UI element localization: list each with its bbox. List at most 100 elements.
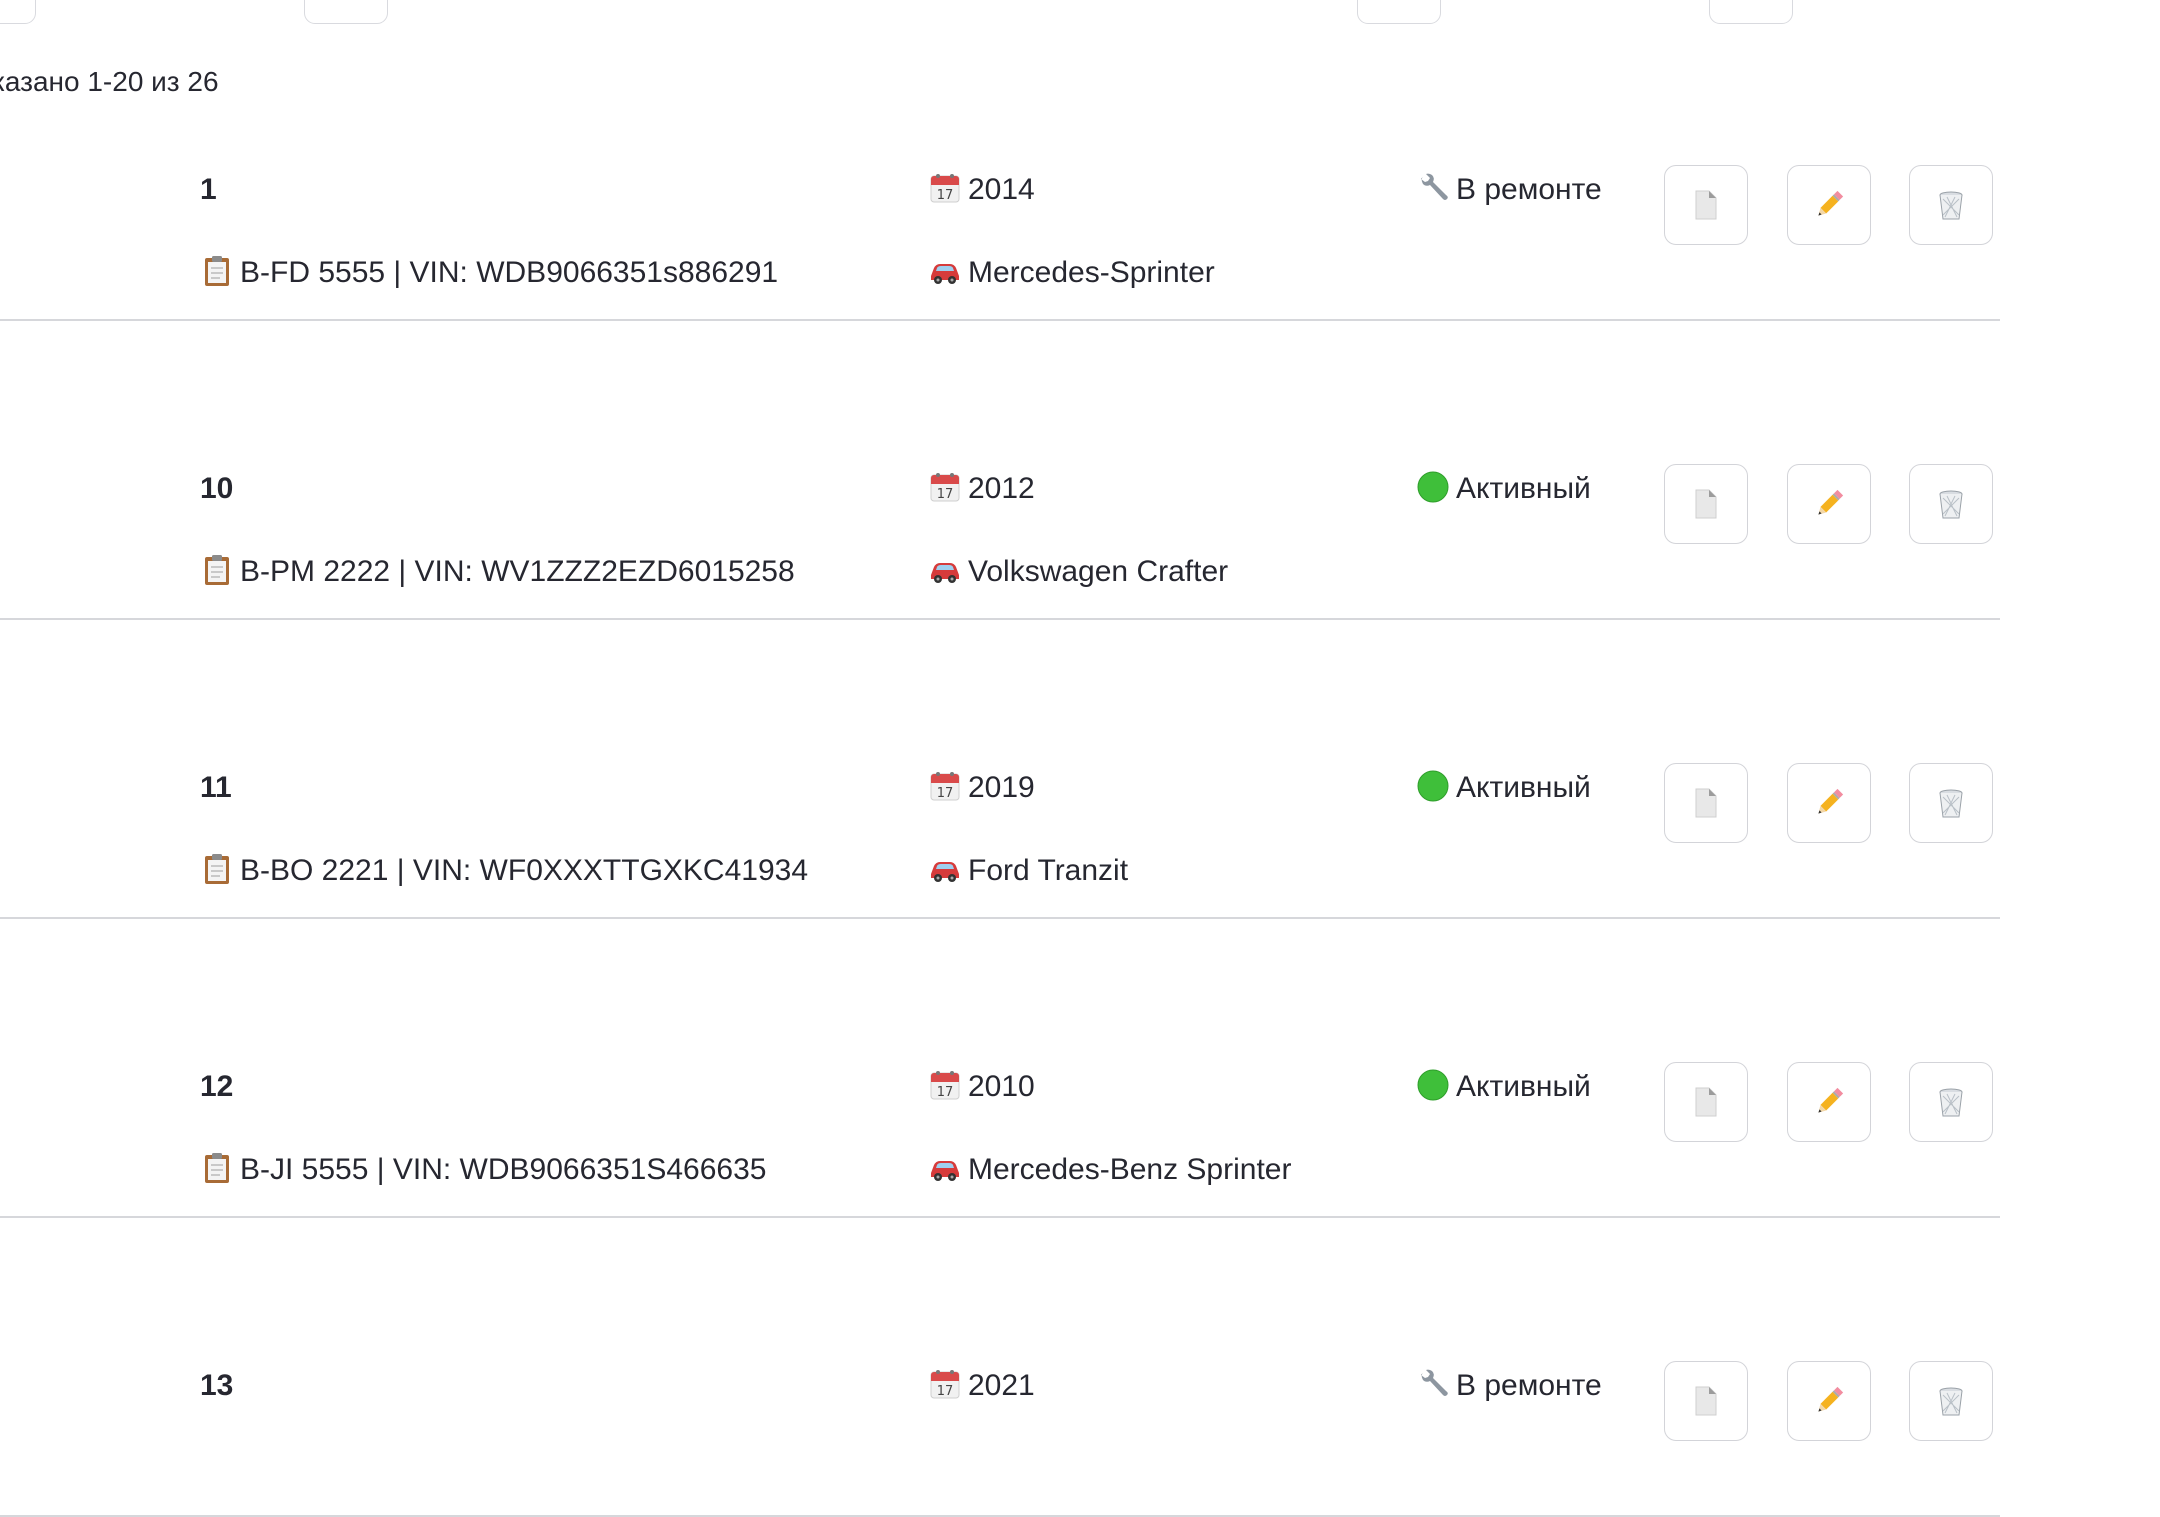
row-divider bbox=[0, 618, 2000, 620]
top-button-1[interactable] bbox=[0, 0, 36, 24]
delete-button[interactable] bbox=[1909, 464, 1993, 544]
vehicle-year: 17 2021 bbox=[928, 1366, 1035, 1406]
vehicle-year-text: 2014 bbox=[968, 173, 1035, 206]
svg-text:17: 17 bbox=[937, 1085, 954, 1100]
vehicle-status: В ремонте bbox=[1416, 1366, 1602, 1406]
vehicle-number-text: 11 bbox=[200, 771, 232, 804]
edit-button[interactable] bbox=[1787, 763, 1871, 843]
document-icon bbox=[1695, 1087, 1717, 1117]
svg-text:17: 17 bbox=[937, 487, 954, 502]
vehicle-model: Ford Tranzit bbox=[928, 851, 1128, 891]
vehicle-status: В ремонте bbox=[1416, 170, 1602, 210]
vehicle-model-text: Volkswagen Crafter bbox=[968, 555, 1229, 588]
vehicle-year: 17 2012 bbox=[928, 469, 1035, 509]
vehicle-model: Mercedes-Sprinter bbox=[928, 253, 1215, 293]
clipboard-icon bbox=[205, 854, 229, 884]
car-icon bbox=[931, 1161, 959, 1181]
vehicle-status-text: Активный bbox=[1456, 472, 1591, 505]
document-button[interactable] bbox=[1664, 763, 1748, 843]
trash-icon bbox=[1939, 789, 1963, 818]
plate-vin: B-BO 2221 | VIN: WF0XXXTTGXKC41934 bbox=[200, 851, 808, 891]
vehicle-model-text: Mercedes-Benz Sprinter bbox=[968, 1153, 1292, 1186]
top-button-3[interactable] bbox=[1357, 0, 1441, 24]
vehicle-year: 17 2010 bbox=[928, 1067, 1035, 1107]
delete-button[interactable] bbox=[1909, 165, 1993, 245]
document-icon bbox=[1695, 788, 1717, 818]
calendar-icon: 17 bbox=[930, 772, 960, 801]
row-divider bbox=[0, 1216, 2000, 1218]
row-divider bbox=[0, 917, 2000, 919]
wrench-icon bbox=[1421, 1369, 1448, 1396]
table-row: 11 B-BO 2221 | VIN: WF0XXXTTGXKC41934 17… bbox=[0, 623, 2000, 919]
vehicle-number-text: 1 bbox=[200, 173, 217, 206]
svg-text:17: 17 bbox=[937, 786, 954, 801]
plate-vin-text: B-BO 2221 | VIN: WF0XXXTTGXKC41934 bbox=[240, 854, 809, 887]
vehicle-status-text: Активный bbox=[1456, 1070, 1591, 1103]
row-divider bbox=[0, 319, 2000, 321]
car-icon bbox=[931, 563, 959, 583]
edit-button[interactable] bbox=[1787, 464, 1871, 544]
vehicle-model: Volkswagen Crafter bbox=[928, 552, 1228, 592]
vehicle-status: Активный bbox=[1416, 768, 1591, 808]
car-icon bbox=[931, 862, 959, 882]
trash-icon bbox=[1939, 191, 1963, 220]
table-row: 13 17 2021 В ремонте bbox=[0, 1221, 2000, 1517]
pencil-icon bbox=[1818, 788, 1844, 814]
pencil-icon bbox=[1818, 489, 1844, 515]
vehicle-status-text: Активный bbox=[1456, 771, 1591, 804]
plate-vin: B-PM 2222 | VIN: WV1ZZZ2EZD6015258 bbox=[200, 552, 795, 592]
plate-vin-text: B-FD 5555 | VIN: WDB9066351s886291 bbox=[240, 256, 779, 289]
vehicle-year-text: 2012 bbox=[968, 472, 1035, 505]
document-button[interactable] bbox=[1664, 1361, 1748, 1441]
plate-vin-text: B-PM 2222 | VIN: WV1ZZZ2EZD6015258 bbox=[240, 555, 795, 588]
delete-button[interactable] bbox=[1909, 1062, 1993, 1142]
vehicle-year-text: 2010 bbox=[968, 1070, 1035, 1103]
vehicle-year-text: 2021 bbox=[968, 1369, 1035, 1402]
wrench-icon bbox=[1421, 173, 1448, 200]
document-icon bbox=[1695, 489, 1717, 519]
edit-button[interactable] bbox=[1787, 1062, 1871, 1142]
vehicle-number: 12 bbox=[200, 1067, 233, 1107]
edit-button[interactable] bbox=[1787, 1361, 1871, 1441]
vehicle-year-text: 2019 bbox=[968, 771, 1035, 804]
delete-button[interactable] bbox=[1909, 1361, 1993, 1441]
plate-vin: B-FD 5555 | VIN: WDB9066351s886291 bbox=[200, 253, 778, 293]
pencil-icon bbox=[1818, 190, 1844, 216]
table-row: 10 B-PM 2222 | VIN: WV1ZZZ2EZD6015258 17… bbox=[0, 324, 2000, 620]
calendar-icon: 17 bbox=[930, 1071, 960, 1100]
trash-icon bbox=[1939, 490, 1963, 519]
vehicle-number-text: 10 bbox=[200, 472, 234, 505]
pencil-icon bbox=[1818, 1386, 1844, 1412]
clipboard-icon bbox=[205, 1153, 229, 1183]
document-icon bbox=[1695, 190, 1717, 220]
plate-vin: B-JI 5555 | VIN: WDB9066351S466635 bbox=[200, 1150, 766, 1190]
document-button[interactable] bbox=[1664, 464, 1748, 544]
document-icon bbox=[1695, 1386, 1717, 1416]
vehicle-status-text: В ремонте bbox=[1456, 1369, 1602, 1402]
table-row: 12 B-JI 5555 | VIN: WDB9066351S466635 17… bbox=[0, 922, 2000, 1218]
vehicle-year: 17 2014 bbox=[928, 170, 1035, 210]
green-circle-icon bbox=[1417, 1069, 1449, 1101]
document-button[interactable] bbox=[1664, 1062, 1748, 1142]
clipboard-icon bbox=[205, 256, 229, 286]
vehicle-model: Mercedes-Benz Sprinter bbox=[928, 1150, 1291, 1190]
vehicle-number: 11 bbox=[200, 768, 232, 808]
delete-button[interactable] bbox=[1909, 763, 1993, 843]
vehicle-model-text: Mercedes-Sprinter bbox=[968, 256, 1215, 289]
trash-icon bbox=[1939, 1387, 1963, 1416]
vehicle-number-text: 13 bbox=[200, 1369, 234, 1402]
top-button-4[interactable] bbox=[1709, 0, 1793, 24]
document-button[interactable] bbox=[1664, 165, 1748, 245]
clipboard-icon bbox=[205, 555, 229, 585]
green-circle-icon bbox=[1417, 471, 1449, 503]
calendar-icon: 17 bbox=[930, 473, 960, 502]
vehicle-model-text: Ford Tranzit bbox=[968, 854, 1129, 887]
top-button-2[interactable] bbox=[304, 0, 388, 24]
svg-text:17: 17 bbox=[937, 1384, 954, 1399]
vehicle-status-text: В ремонте bbox=[1456, 173, 1602, 206]
plate-vin-text: B-JI 5555 | VIN: WDB9066351S466635 bbox=[240, 1153, 767, 1186]
calendar-icon: 17 bbox=[930, 1370, 960, 1399]
edit-button[interactable] bbox=[1787, 165, 1871, 245]
table-row: 1 B-FD 5555 | VIN: WDB9066351s886291 17 2… bbox=[0, 25, 2000, 321]
green-circle-icon bbox=[1417, 770, 1449, 802]
